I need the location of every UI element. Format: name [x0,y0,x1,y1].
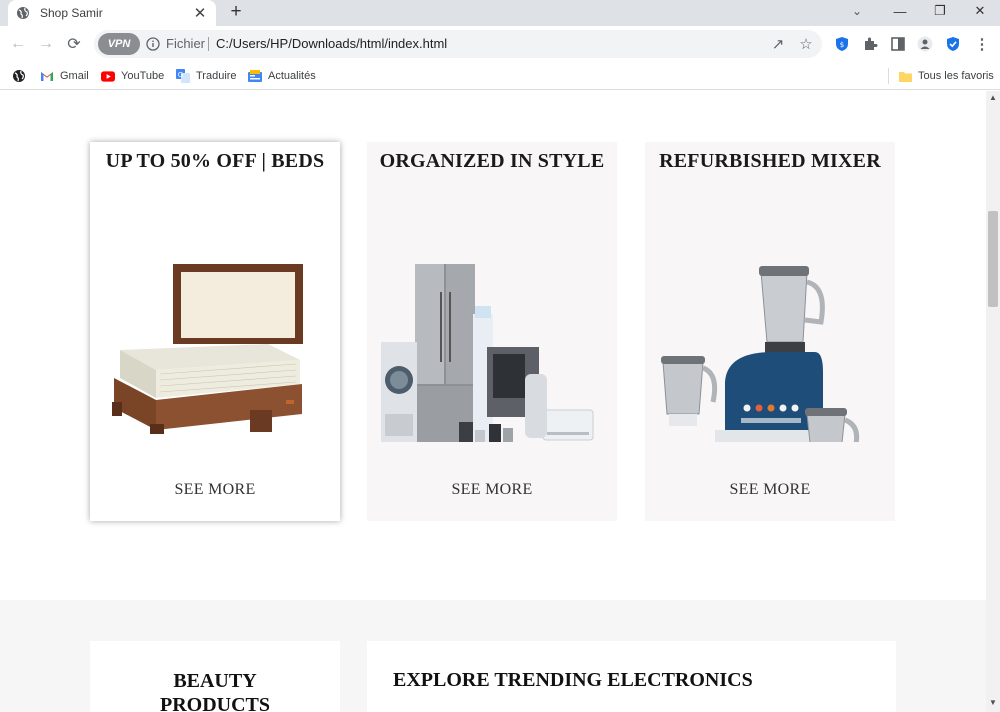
electronics-card[interactable]: EXPLORE TRENDING ELECTRONICS [367,641,896,712]
news-icon [248,70,262,82]
profile-avatar-icon[interactable] [917,36,933,52]
appliances-image[interactable] [377,202,607,454]
svg-text:G: G [178,71,183,79]
menu-kebab-icon[interactable]: ⋮ [974,36,990,53]
bookmark-actualites[interactable]: Actualités [248,68,316,84]
scroll-down-icon[interactable]: ▼ [986,698,1000,710]
bookmark-star-icon[interactable]: ☆ [798,36,814,53]
scroll-up-icon[interactable]: ▲ [986,93,1000,105]
card-title: REFURBISHED MIXER [659,150,881,172]
section-trending: BEAUTY PRODUCTS EXPLORE TRENDING ELECTRO… [0,600,986,712]
shield-extension-icon[interactable]: $ [834,36,850,52]
see-more-link[interactable]: SEE MORE [367,481,617,499]
apps-globe-icon[interactable] [12,68,26,84]
side-panel-icon[interactable] [890,36,906,52]
promo-card-mixer[interactable]: REFURBISHED MIXER SEE MORE [645,142,895,521]
scroll-thumb[interactable] [988,211,998,307]
puzzle-extensions-icon[interactable] [862,36,878,52]
mixer-image[interactable] [655,202,885,453]
tab-title: Shop Samir [40,6,103,20]
promo-card-beds[interactable]: UP TO 50% OFF | BEDS SEE MORE [90,142,340,521]
globe-icon [16,6,30,20]
reload-icon[interactable]: ⟳ [64,34,84,54]
divider [888,68,889,84]
address-bar[interactable]: VPN Fichier C:/Users/HP/Downloads/html/i… [94,30,822,58]
gmail-icon [40,70,54,82]
youtube-icon [101,70,115,82]
svg-text:$: $ [840,41,844,49]
forward-icon[interactable]: → [36,34,56,54]
restore-icon[interactable]: ❐ [920,0,960,22]
bed-image[interactable] [100,202,330,442]
scheme-label: Fichier [166,36,206,51]
tab-shop-samir[interactable]: Shop Samir ✕ [8,0,216,26]
bookmark-label: Gmail [60,70,89,82]
bookmarks-bar: Gmail YouTube G Traduire Actualités Tous… [0,62,1000,90]
card-title: BEAUTY PRODUCTS [159,670,270,712]
bookmark-traduire[interactable]: G Traduire [176,68,237,84]
security-shield-icon[interactable] [945,36,961,52]
browser-toolbar: ← → ⟳ VPN Fichier C:/Users/HP/Downloads/… [0,26,1000,62]
folder-icon [898,70,912,82]
see-more-link[interactable]: SEE MORE [645,481,895,499]
close-tab-icon[interactable]: ✕ [192,5,208,22]
beauty-products-card[interactable]: BEAUTY PRODUCTS [90,641,340,712]
card-title: ORGANIZED IN STYLE [379,150,605,172]
vpn-label: VPN [107,38,131,50]
card-title: EXPLORE TRENDING ELECTRONICS [393,669,753,691]
translate-icon: G [176,69,190,83]
bookmark-label: Traduire [196,70,237,82]
all-bookmarks[interactable]: Tous les favoris [898,68,994,84]
vpn-badge[interactable]: VPN [98,33,140,55]
page-scrollbar[interactable]: ▲ ▼ [986,91,1000,712]
minimize-icon[interactable]: — [880,0,920,22]
back-icon[interactable]: ← [8,34,28,54]
card-title: UP TO 50% OFF | BEDS [105,150,325,172]
page-viewport: UP TO 50% OFF | BEDS SEE MORE ORGANIZED … [0,91,986,712]
tab-strip: Shop Samir ✕ + ⌄ — ❐ ✕ [0,0,1000,26]
bookmark-youtube[interactable]: YouTube [101,68,164,84]
new-tab-icon[interactable]: + [226,1,246,22]
chevron-down-icon[interactable]: ⌄ [852,4,862,18]
divider [208,37,209,51]
info-icon[interactable] [146,37,160,51]
all-bookmarks-label: Tous les favoris [918,70,994,82]
bookmark-label: Actualités [268,70,316,82]
close-window-icon[interactable]: ✕ [960,0,1000,22]
see-more-link[interactable]: SEE MORE [90,481,340,499]
promo-card-appliances[interactable]: ORGANIZED IN STYLE SEE MORE [367,142,617,521]
bookmark-label: YouTube [121,70,165,82]
url-text[interactable]: C:/Users/HP/Downloads/html/index.html [216,36,447,51]
share-icon[interactable]: ↗ [770,36,786,53]
bookmark-gmail[interactable]: Gmail [40,68,89,84]
